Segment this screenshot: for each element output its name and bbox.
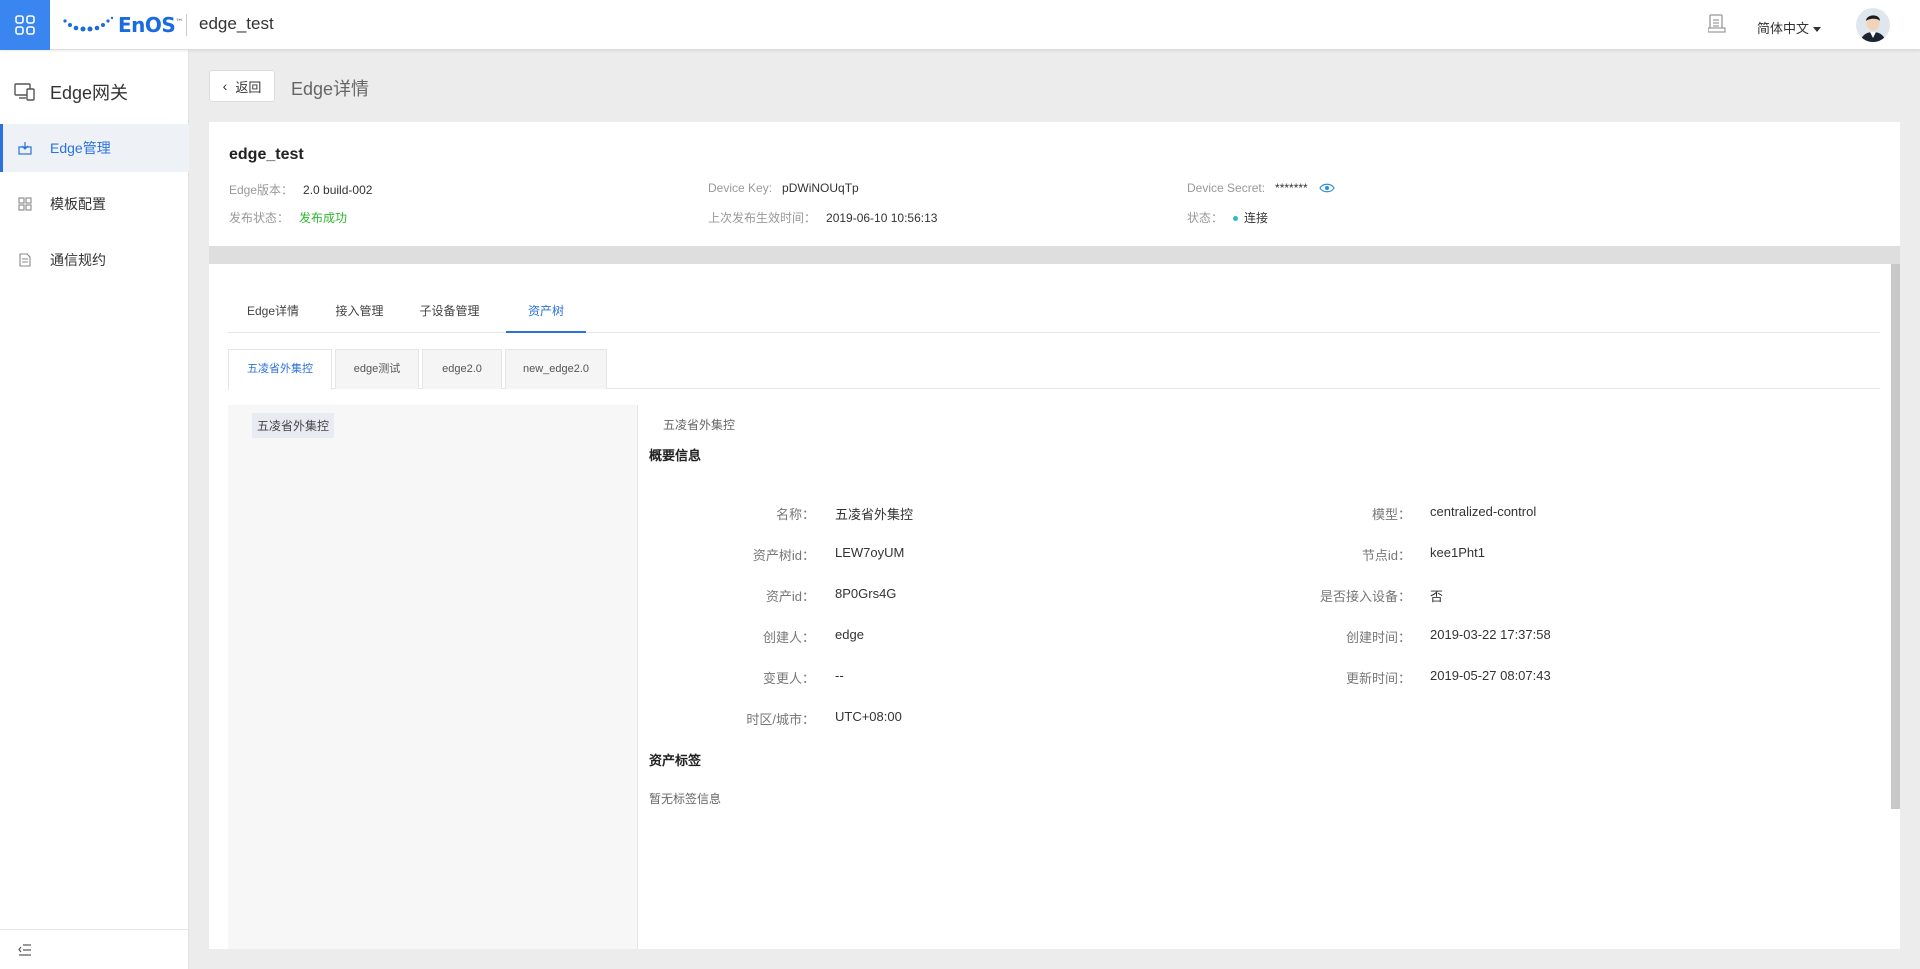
sidebar-item-label: 模板配置 bbox=[50, 196, 106, 212]
subtab-edge2[interactable]: edge2.0 bbox=[422, 349, 502, 389]
field-key: 时区/城市： bbox=[746, 712, 815, 727]
field-value: kee1Pht1 bbox=[1430, 545, 1485, 560]
device-info-card: edge_test Edge版本： 2.0 build-002 发布状态： 发布成功… bbox=[209, 122, 1900, 246]
device-secret-label: Device Secret: bbox=[1187, 181, 1266, 195]
field-value: UTC+08:00 bbox=[835, 709, 902, 724]
sidebar-item-edge-management[interactable]: Edge管理 bbox=[0, 124, 189, 172]
status-dot bbox=[1233, 216, 1239, 222]
field-timezone: 时区/城市： UTC+08:00 bbox=[639, 709, 1879, 727]
last-publish-time: 上次发布生效时间： 2019-06-10 10:56:13 bbox=[708, 209, 937, 226]
apps-grid-icon[interactable] bbox=[0, 0, 50, 50]
field-node-id: 节点id： kee1Pht1 bbox=[639, 545, 1879, 563]
language-label: 简体中文 bbox=[1757, 21, 1810, 36]
field-key: 创建时间： bbox=[1345, 630, 1411, 645]
connection-state-value: 连接 bbox=[1233, 211, 1268, 225]
field-model: 模型： centralized-control bbox=[639, 504, 1879, 522]
field-value: 2019-05-27 08:07:43 bbox=[1430, 668, 1551, 683]
template-grid-icon bbox=[18, 197, 32, 211]
logo-wave-icon bbox=[63, 16, 114, 32]
tab-sub-device-management[interactable]: 子设备管理 bbox=[401, 294, 498, 333]
back-button[interactable]: ‹ 返回 bbox=[209, 70, 275, 102]
sidebar: Edge网关 Edge管理 模板配置 通信规约 bbox=[0, 50, 189, 969]
summary-section-title: 概要信息 bbox=[649, 448, 702, 463]
back-label: 返回 bbox=[235, 79, 262, 95]
publish-status-label: 发布状态： bbox=[229, 211, 290, 225]
sidebar-item-label: Edge管理 bbox=[50, 140, 111, 156]
sidebar-item-template-config[interactable]: 模板配置 bbox=[0, 180, 189, 228]
asset-tree-panel: 五凌省外集控 bbox=[228, 405, 638, 949]
breadcrumb: 五凌省外集控 bbox=[663, 418, 736, 432]
tab-edge-details[interactable]: Edge详情 bbox=[228, 294, 318, 333]
asset-tree-subtabs: 五凌省外集控 edge测试 edge2.0 new_edge2.0 bbox=[228, 349, 1880, 390]
document-icon[interactable] bbox=[1707, 14, 1726, 39]
field-updated-time: 更新时间： 2019-05-27 08:07:43 bbox=[639, 668, 1879, 686]
protocol-doc-icon bbox=[18, 253, 32, 267]
tags-section-title: 资产标签 bbox=[649, 753, 702, 768]
field-key: 节点id： bbox=[1361, 548, 1411, 563]
field-key: 模型： bbox=[1371, 507, 1411, 522]
user-avatar[interactable] bbox=[1856, 8, 1890, 42]
field-value: 否 bbox=[1430, 589, 1444, 604]
download-box-icon bbox=[18, 141, 32, 155]
tab-access-management[interactable]: 接入管理 bbox=[318, 294, 401, 333]
last-publish-label: 上次发布生效时间： bbox=[708, 211, 817, 225]
edge-version: Edge版本： 2.0 build-002 bbox=[229, 181, 372, 198]
field-value: centralized-control bbox=[1430, 504, 1537, 519]
subtab-wuling[interactable]: 五凌省外集控 bbox=[228, 349, 332, 390]
device-secret-value: ******* bbox=[1275, 181, 1308, 195]
subtab-new-edge2[interactable]: new_edge2.0 bbox=[505, 349, 607, 389]
edge-version-label: Edge版本： bbox=[229, 183, 294, 197]
tab-asset-tree[interactable]: 资产树 bbox=[506, 294, 586, 333]
field-value: 2019-03-22 17:37:58 bbox=[1430, 627, 1551, 642]
edge-version-value: 2.0 build-002 bbox=[303, 183, 373, 197]
connection-state-label: 状态： bbox=[1187, 211, 1224, 225]
device-name: edge_test bbox=[229, 146, 304, 163]
chevron-left-icon: ‹ bbox=[222, 78, 228, 94]
subtab-edge-test[interactable]: edge测试 bbox=[335, 349, 419, 389]
content-card: Edge详情 接入管理 子设备管理 资产树 五凌省外集控 edge测试 edge… bbox=[209, 264, 1900, 949]
device-key-value: pDWiNOUqTp bbox=[782, 181, 859, 195]
tree-node-root[interactable]: 五凌省外集控 bbox=[252, 413, 335, 438]
app-name: edge_test bbox=[199, 14, 274, 33]
asset-detail-panel: 五凌省外集控 概要信息 名称： 五凌省外集控 资产树id： LEW7oyUM 资… bbox=[639, 405, 1879, 949]
top-bar: EnOS™ edge_test 简体中文 bbox=[0, 0, 1920, 50]
sidebar-title: Edge网关 bbox=[50, 83, 129, 103]
device-key: Device Key: pDWiNOUqTp bbox=[708, 181, 859, 195]
connection-state: 状态： 连接 bbox=[1187, 209, 1268, 226]
card-divider bbox=[209, 246, 1900, 264]
sidebar-header: Edge网关 bbox=[0, 72, 189, 112]
collapse-menu-icon bbox=[18, 943, 31, 956]
field-key: 更新时间： bbox=[1345, 671, 1411, 686]
gateway-devices-icon bbox=[14, 83, 35, 101]
field-created-time: 创建时间： 2019-03-22 17:37:58 bbox=[639, 627, 1879, 645]
no-tags-message: 暂无标签信息 bbox=[649, 792, 722, 806]
sidebar-item-protocol[interactable]: 通信规约 bbox=[0, 236, 189, 284]
eye-icon[interactable] bbox=[1319, 182, 1335, 196]
device-secret: Device Secret: ******* bbox=[1187, 181, 1335, 196]
field-is-connected-device: 是否接入设备： 否 bbox=[639, 586, 1879, 604]
scrollbar[interactable] bbox=[1891, 264, 1900, 809]
device-key-label: Device Key: bbox=[708, 181, 773, 195]
logo-text: EnOS™ bbox=[118, 13, 183, 37]
enos-logo[interactable]: EnOS™ bbox=[62, 13, 183, 37]
page-title: Edge详情 bbox=[291, 79, 370, 99]
chevron-down-icon bbox=[1813, 27, 1822, 33]
collapse-menu-button[interactable] bbox=[0, 929, 189, 969]
publish-status: 发布状态： 发布成功 bbox=[229, 209, 347, 226]
last-publish-value: 2019-06-10 10:56:13 bbox=[826, 211, 938, 225]
header-divider bbox=[186, 14, 187, 36]
main-tabs: Edge详情 接入管理 子设备管理 资产树 bbox=[228, 294, 1880, 333]
language-selector[interactable]: 简体中文 bbox=[1757, 18, 1822, 37]
publish-status-value: 发布成功 bbox=[299, 211, 348, 225]
field-key: 是否接入设备： bbox=[1319, 589, 1411, 604]
sidebar-item-label: 通信规约 bbox=[50, 252, 106, 268]
